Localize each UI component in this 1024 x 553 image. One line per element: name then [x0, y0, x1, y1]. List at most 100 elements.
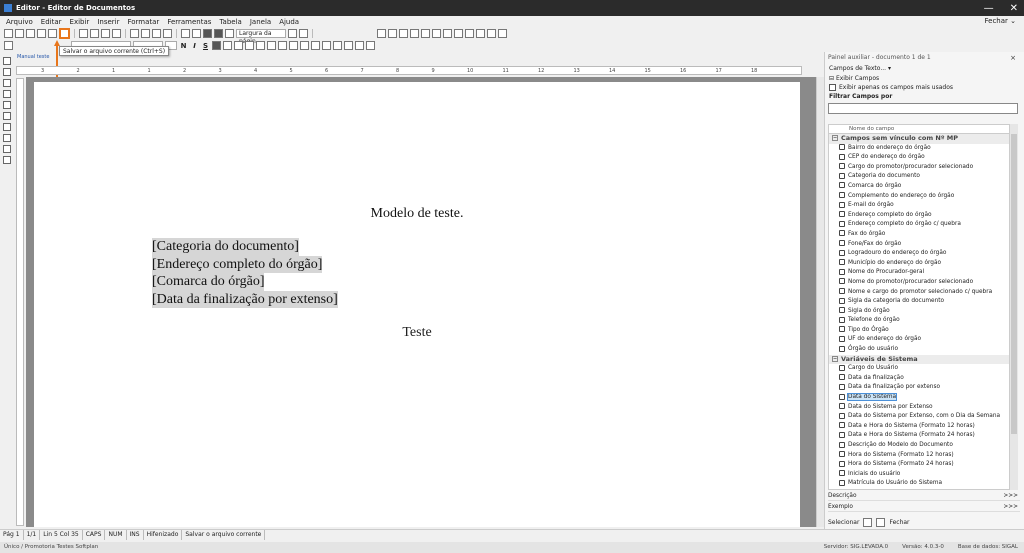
field-type-selector[interactable]: Campos de Texto... ▾ [825, 64, 1024, 74]
textbox-icon[interactable] [2, 101, 11, 109]
numbering-icon[interactable] [278, 41, 287, 50]
tree-item[interactable]: Descrição do Modelo do Documento [829, 441, 1009, 451]
clear-format-icon[interactable] [355, 41, 364, 50]
footer-icon[interactable] [2, 134, 11, 142]
header-icon[interactable] [2, 123, 11, 131]
menu-arquivo[interactable]: Arquivo [6, 18, 33, 26]
tab-stop-icon[interactable] [2, 156, 11, 164]
doc-title[interactable]: Modelo de teste. [34, 206, 800, 222]
open-icon[interactable] [26, 29, 35, 38]
tree-item[interactable]: Nome do promotor/procurador selecionado [829, 278, 1009, 288]
indent-icon[interactable] [289, 41, 298, 50]
menu-inserir[interactable]: Inserir [97, 18, 119, 26]
special-char-icon[interactable] [366, 41, 375, 50]
draw-icon[interactable] [2, 57, 11, 65]
export-icon[interactable] [48, 29, 57, 38]
horizontal-ruler[interactable]: 3 2 1 1 2 3 4 5 6 7 8 9 10 11 12 13 14 15 16 17 18 [16, 66, 802, 75]
split-cells-icon[interactable] [421, 29, 430, 38]
tree-item[interactable]: Categoria do documento [829, 172, 1009, 182]
tree-item[interactable]: Telefone do órgão [829, 316, 1009, 326]
tree-item[interactable]: Iniciais do usuário [829, 470, 1009, 480]
open-template-icon[interactable] [37, 29, 46, 38]
field-categoria[interactable]: [Categoria do documento] [152, 238, 299, 256]
tree-item[interactable]: Data do Sistema por Extenso, com o Dia d… [829, 412, 1009, 422]
undo-icon[interactable] [181, 29, 190, 38]
borders-icon[interactable] [454, 29, 463, 38]
tree-item[interactable]: Cargo do promotor/procurador selecionado [829, 163, 1009, 173]
tree-item[interactable]: Logradouro do endereço do órgão [829, 249, 1009, 259]
tree-item[interactable]: Município do endereço do órgão [829, 259, 1009, 269]
document-page[interactable]: Modelo de teste. [Categoria do documento… [34, 82, 800, 527]
filter-input[interactable] [828, 103, 1018, 114]
description-row[interactable]: Descrição >>> [828, 491, 1020, 501]
formula-icon[interactable] [487, 29, 496, 38]
pilcrow-icon[interactable] [225, 29, 234, 38]
table-props-icon[interactable] [465, 29, 474, 38]
collapse-icon[interactable]: − [832, 135, 838, 141]
paste-icon[interactable] [152, 29, 161, 38]
save-icon[interactable] [59, 28, 70, 39]
field-comarca[interactable]: [Comarca do órgão] [152, 273, 265, 291]
document-scrollbar[interactable] [816, 77, 824, 527]
insert-field-icon[interactable] [203, 29, 212, 38]
menu-ajuda[interactable]: Ajuda [279, 18, 299, 26]
tree-item[interactable]: Endereço completo do órgão c/ quebra [829, 220, 1009, 230]
tree-item[interactable]: Matrícula do Usuário do Sistema [829, 479, 1009, 489]
edit-field-button-icon[interactable] [876, 518, 886, 527]
insert-field-button-icon[interactable] [863, 518, 873, 527]
print-preview-icon[interactable] [90, 29, 99, 38]
tree-item[interactable]: Data do Sistema por Extenso [829, 403, 1009, 413]
close-editor-link[interactable]: Fechar ⌄ [985, 17, 1017, 25]
tree-item[interactable]: Cargo do Usuário [829, 364, 1009, 374]
tree-scrollbar[interactable] [1010, 124, 1018, 490]
delete-col-icon[interactable] [443, 29, 452, 38]
tree-item[interactable]: Data e Hora do Sistema (Formato 24 horas… [829, 431, 1009, 441]
tree-item[interactable]: Fax do órgão [829, 230, 1009, 240]
insert-col-icon[interactable] [399, 29, 408, 38]
line-spacing-icon[interactable] [256, 41, 265, 50]
menu-exibir[interactable]: Exibir [70, 18, 90, 26]
table-grid-icon[interactable] [377, 29, 386, 38]
zoom-width-combo[interactable]: Largura da págin [236, 29, 286, 45]
print-icon[interactable] [79, 29, 88, 38]
tree-item[interactable]: Nome do Procurador-geral [829, 268, 1009, 278]
tree-item[interactable]: Bairro do endereço do órgão [829, 144, 1009, 154]
tree-group[interactable]: − Campos sem vínculo com Nº MP [829, 134, 1009, 144]
tree-item[interactable]: Endereço completo do órgão [829, 211, 1009, 221]
only-used-checkbox[interactable] [829, 84, 836, 91]
field-endereco[interactable]: [Endereço completo do órgão] [152, 255, 323, 273]
redo-icon[interactable] [192, 29, 201, 38]
menu-ferramentas[interactable]: Ferramentas [167, 18, 211, 26]
tree-item[interactable]: CEP do endereço do órgão [829, 153, 1009, 163]
cut-icon[interactable] [130, 29, 139, 38]
tree-item[interactable]: Data do Sistema [829, 393, 1009, 403]
tree-item[interactable]: Tipo do Órgão [829, 326, 1009, 336]
close-window-button[interactable]: ✕ [1010, 3, 1018, 14]
bold-icon[interactable]: N [179, 42, 188, 50]
tree-group[interactable]: − Variáveis de Sistema [829, 354, 1009, 365]
menu-tabela[interactable]: Tabela [219, 18, 241, 26]
uppercase-icon[interactable] [333, 41, 342, 50]
lowercase-icon[interactable] [344, 41, 353, 50]
menu-janela[interactable]: Janela [250, 18, 271, 26]
shape-icon[interactable] [2, 68, 11, 76]
new-icon[interactable] [15, 29, 24, 38]
tree-item[interactable]: UF do endereço do órgão [829, 335, 1009, 345]
align-right-icon[interactable] [234, 41, 243, 50]
italic-icon[interactable]: I [190, 42, 199, 50]
tree-item[interactable]: Data da finalização por extenso [829, 383, 1009, 393]
justify-icon[interactable] [245, 41, 254, 50]
align-center-icon[interactable] [223, 41, 232, 50]
tree-item[interactable]: E-mail do órgão [829, 201, 1009, 211]
zoom-icon[interactable] [101, 29, 110, 38]
tree-column-header[interactable]: Nome do campo [829, 125, 1009, 134]
description-expand[interactable]: >>> [1003, 491, 1018, 501]
copy-icon[interactable] [141, 29, 150, 38]
tree-item[interactable]: Comarca do órgão [829, 182, 1009, 192]
tree-item[interactable]: Sigla da categoria do documento [829, 297, 1009, 307]
collapse-icon[interactable]: − [832, 355, 838, 362]
frame-icon[interactable] [2, 90, 11, 98]
style-icon[interactable] [4, 41, 13, 50]
bookmark-icon[interactable] [2, 112, 11, 120]
zoom-in-icon[interactable] [288, 29, 297, 38]
